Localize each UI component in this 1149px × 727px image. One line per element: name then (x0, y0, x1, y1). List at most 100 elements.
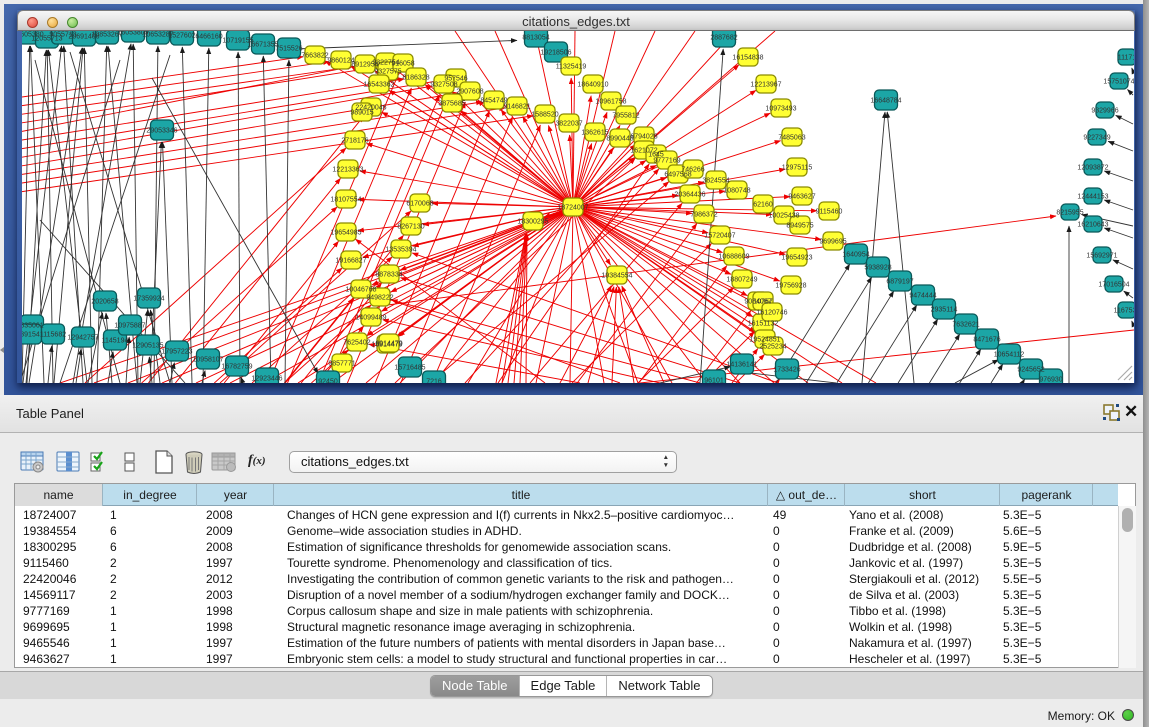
svg-text:14136141: 14136141 (726, 362, 757, 369)
svg-text:16543362: 16543362 (363, 82, 394, 89)
svg-text:2020658: 2020658 (91, 299, 118, 306)
svg-text:15692971: 15692971 (1086, 253, 1117, 260)
svg-text:7485063: 7485063 (778, 135, 805, 142)
svg-text:19654985: 19654985 (330, 230, 361, 237)
svg-text:7625402: 7625402 (343, 340, 370, 347)
svg-text:6170068: 6170068 (406, 201, 433, 208)
svg-text:14099489: 14099489 (355, 315, 386, 322)
svg-text:7986372: 7986372 (690, 212, 717, 219)
svg-text:92450: 92450 (318, 379, 338, 384)
svg-text:1167533: 1167533 (1114, 308, 1134, 315)
svg-text:7515526: 7515526 (275, 46, 302, 53)
svg-text:19524851: 19524851 (749, 337, 780, 344)
svg-text:6879197: 6879197 (886, 279, 913, 286)
svg-text:9699695: 9699695 (819, 239, 846, 246)
svg-text:916058: 916058 (391, 61, 414, 68)
svg-text:19218506: 19218506 (540, 50, 571, 57)
svg-text:6794028: 6794028 (630, 134, 657, 141)
svg-text:29053346: 29053346 (146, 128, 177, 135)
svg-text:976930: 976930 (1039, 377, 1062, 384)
svg-text:19756928: 19756928 (775, 283, 806, 290)
svg-text:10688609: 10688609 (718, 254, 749, 261)
svg-text:6914479: 6914479 (375, 341, 402, 348)
svg-text:19654923: 19654923 (781, 255, 812, 262)
svg-text:11325419: 11325419 (556, 64, 587, 71)
svg-text:8471676: 8471676 (973, 337, 1000, 344)
svg-text:9463627: 9463627 (788, 194, 815, 201)
svg-text:10654112: 10654112 (994, 352, 1025, 359)
svg-text:746266: 746266 (681, 167, 704, 174)
svg-text:17359924: 17359924 (133, 296, 164, 303)
svg-text:8878334: 8878334 (375, 272, 402, 279)
svg-text:10975887: 10975887 (114, 323, 145, 330)
svg-text:15716485: 15716485 (394, 365, 425, 372)
svg-text:7955812: 7955812 (612, 113, 639, 120)
svg-text:16151132: 16151132 (748, 321, 779, 328)
svg-text:18807249: 18807249 (726, 277, 757, 284)
svg-text:19166827: 19166827 (335, 258, 366, 265)
svg-text:96101: 96101 (704, 378, 724, 384)
svg-text:8949575: 8949575 (786, 223, 813, 230)
svg-text:10025438: 10025438 (768, 213, 799, 220)
svg-text:2935114: 2935114 (931, 307, 958, 314)
svg-text:8813054: 8813054 (522, 35, 549, 42)
svg-text:20364436: 20364436 (674, 192, 705, 199)
svg-text:7632621: 7632621 (952, 322, 979, 329)
svg-text:12942757: 12942757 (67, 335, 98, 342)
svg-text:8215955: 8215955 (1056, 210, 1083, 217)
svg-text:12923446: 12923446 (251, 376, 282, 383)
svg-text:5938928: 5938928 (864, 265, 891, 272)
svg-text:2525234: 2525234 (759, 344, 786, 351)
svg-text:9474444: 9474444 (909, 293, 936, 300)
svg-text:16120746: 16120746 (756, 310, 787, 317)
svg-text:1733426: 1733426 (773, 367, 800, 374)
svg-text:17957223: 17957223 (161, 349, 192, 356)
svg-text:9498222: 9498222 (366, 295, 393, 302)
svg-text:2907608: 2907608 (456, 89, 483, 96)
svg-text:989015: 989015 (350, 110, 373, 117)
svg-text:18640910: 18640910 (577, 82, 608, 89)
svg-text:18300295: 18300295 (517, 219, 548, 226)
svg-text:9146821: 9146821 (503, 104, 530, 111)
svg-text:10767: 10767 (753, 299, 773, 306)
svg-text:1115682: 1115682 (40, 332, 66, 339)
svg-text:2718176: 2718176 (341, 138, 368, 145)
svg-text:10046768: 10046768 (345, 287, 376, 294)
svg-text:18724007: 18724007 (557, 205, 588, 212)
svg-text:9777169: 9777169 (653, 158, 680, 165)
svg-text:7216: 7216 (426, 379, 442, 384)
svg-text:9327575: 9327575 (374, 69, 401, 76)
svg-text:3824554: 3824554 (702, 178, 729, 185)
svg-text:9329966: 9329966 (1091, 108, 1118, 115)
svg-text:12213363: 12213363 (332, 167, 363, 174)
svg-text:1080748: 1080748 (723, 188, 750, 195)
svg-text:8186328: 8186328 (402, 75, 429, 82)
svg-text:19384554: 19384554 (601, 273, 632, 280)
svg-text:16671355: 16671355 (247, 42, 278, 49)
svg-text:3822037: 3822037 (555, 121, 582, 128)
svg-text:10973493: 10973493 (765, 106, 796, 113)
svg-text:11171: 11171 (1118, 55, 1134, 62)
svg-text:12975115: 12975115 (782, 165, 813, 172)
svg-text:10961758: 10961758 (595, 99, 626, 106)
svg-text:1362615: 1362615 (581, 130, 608, 137)
svg-text:12213967: 12213967 (750, 82, 781, 89)
svg-text:3875685: 3875685 (438, 101, 465, 108)
svg-text:9227349: 9227349 (1083, 135, 1110, 142)
svg-text:16210643: 16210643 (1077, 222, 1108, 229)
svg-text:1527602: 1527602 (168, 33, 195, 40)
svg-text:1145194: 1145194 (102, 338, 129, 345)
svg-text:16782759: 16782759 (221, 364, 252, 371)
svg-text:62160: 62160 (753, 202, 773, 209)
svg-text:9327508: 9327508 (430, 82, 457, 89)
svg-text:7663822: 7663822 (301, 53, 328, 60)
svg-text:13535394: 13535394 (385, 247, 416, 254)
svg-text:15751074: 15751074 (1103, 79, 1134, 86)
svg-text:9115460: 9115460 (816, 209, 843, 216)
svg-text:12444153: 12444153 (1077, 194, 1108, 201)
svg-text:18107554: 18107554 (330, 197, 361, 204)
svg-text:6466160: 6466160 (195, 34, 222, 41)
svg-text:39154: 39154 (22, 332, 40, 339)
svg-text:17016504: 17016504 (1098, 282, 1129, 289)
svg-text:9857771: 9857771 (328, 361, 355, 368)
